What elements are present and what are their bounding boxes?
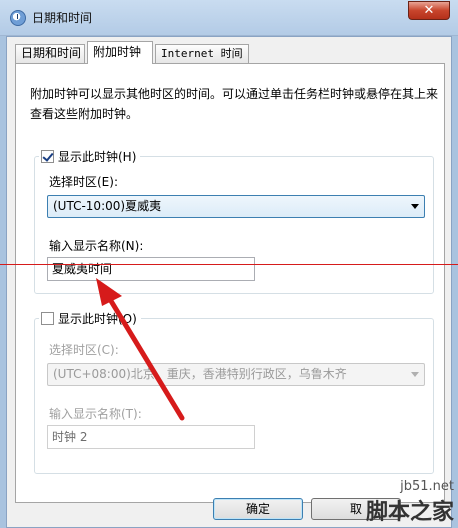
annotation-arrow: [96, 278, 185, 421]
watermark-site: jb51.net: [400, 479, 454, 494]
watermark-name: 脚本之家: [365, 500, 454, 525]
tab-additional-clocks[interactable]: 附加时钟: [87, 41, 153, 64]
annotation-arrow-shaft: [105, 293, 185, 421]
tab-label: 附加时钟: [93, 45, 142, 59]
watermark: jb51.net 脚本之家: [366, 479, 454, 526]
annotation-arrow-head: [96, 278, 122, 306]
